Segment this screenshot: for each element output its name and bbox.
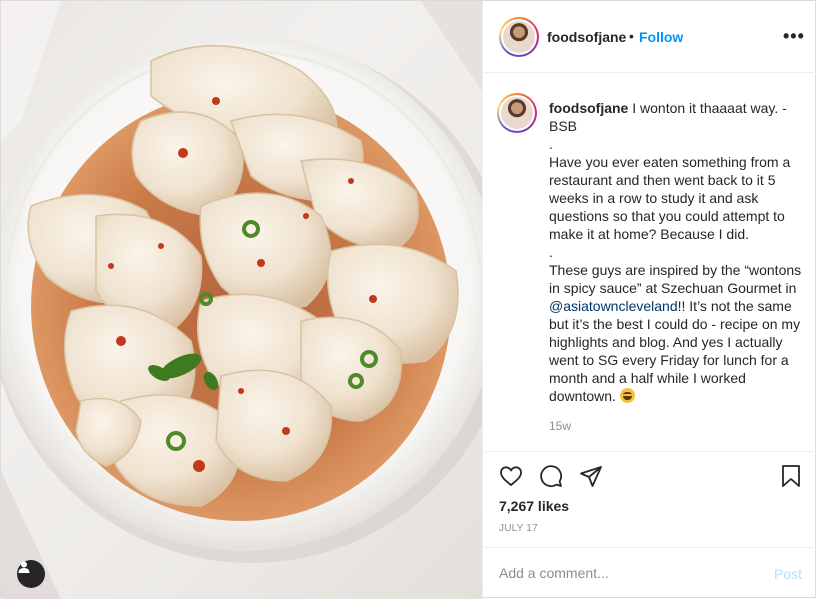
post-header: foodsofjane • Follow •••	[483, 1, 816, 73]
grinning-sweat-emoji-icon	[619, 388, 635, 403]
post-photo[interactable]	[1, 1, 482, 599]
follow-button[interactable]: Follow	[639, 29, 683, 45]
post-date[interactable]: JULY 17	[499, 523, 538, 534]
person-icon	[18, 561, 30, 573]
header-username[interactable]: foodsofjane	[547, 29, 626, 45]
avatar[interactable]	[499, 17, 539, 57]
comment-icon[interactable]	[539, 464, 563, 493]
wonton-bowl-illustration	[1, 1, 482, 599]
share-icon[interactable]	[579, 464, 603, 493]
caption-text: foodsofjane I wonton it thaaaat way. - B…	[549, 99, 803, 405]
post-comment-button[interactable]: Post	[774, 566, 802, 582]
like-count[interactable]: 7,267 likes	[499, 498, 569, 514]
action-bar: 7,267 likes JULY 17	[483, 451, 816, 547]
user-tag-icon[interactable]	[17, 560, 45, 588]
comment-bar: Post	[483, 547, 816, 599]
separator-dot: •	[629, 28, 634, 44]
caption-body: I wonton it thaaaat way. - BSB . Have yo…	[549, 100, 802, 296]
caption-avatar[interactable]	[497, 93, 537, 133]
mention-link[interactable]: @asiatowncleveland	[549, 298, 678, 314]
caption-username[interactable]: foodsofjane	[549, 100, 628, 116]
heart-icon[interactable]	[499, 464, 523, 493]
more-options-icon[interactable]: •••	[783, 26, 805, 47]
caption-area: foodsofjane I wonton it thaaaat way. - B…	[483, 73, 816, 451]
comment-input[interactable]	[499, 562, 759, 584]
post-details-panel: foodsofjane • Follow ••• foodsofjane I w…	[482, 1, 816, 599]
bookmark-icon[interactable]	[779, 464, 803, 493]
instagram-post: foodsofjane • Follow ••• foodsofjane I w…	[0, 0, 816, 599]
time-ago[interactable]: 15w	[549, 419, 571, 433]
